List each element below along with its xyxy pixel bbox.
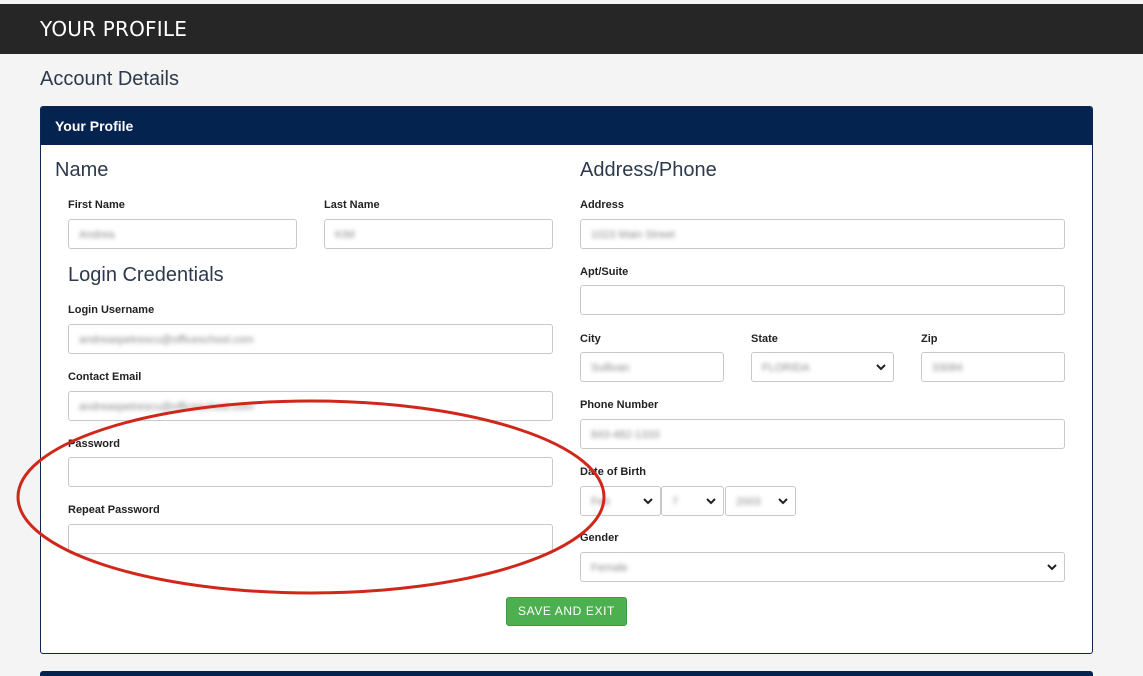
city-input[interactable]: Sullivan xyxy=(580,352,724,382)
address-label: Address xyxy=(580,199,625,211)
save-and-exit-button[interactable]: SAVE AND EXIT xyxy=(506,597,627,626)
dob-day-select[interactable]: 7 xyxy=(661,486,724,516)
phone-number-value: 843-482-1333 xyxy=(591,429,660,441)
dob-year-select[interactable]: 2003 xyxy=(725,486,796,516)
dob-month-select[interactable]: Feb xyxy=(580,486,661,516)
zip-label: Zip xyxy=(921,333,938,345)
login-username-input[interactable]: andreaspetrescu@officeschool.com xyxy=(68,324,553,354)
city-value: Sullivan xyxy=(591,362,630,374)
next-card-header xyxy=(40,671,1093,676)
address-input[interactable]: 1023 Main Street xyxy=(580,219,1065,249)
contact-email-value: andreaspetrescu@officeschool.com xyxy=(79,401,254,413)
repeat-password-input[interactable] xyxy=(68,524,553,554)
state-label: State xyxy=(751,333,778,345)
first-name-input[interactable]: Andrea xyxy=(68,219,297,249)
city-label: City xyxy=(580,333,601,345)
page-title: YOUR PROFILE xyxy=(40,17,188,41)
address-value: 1023 Main Street xyxy=(591,229,675,241)
chevron-down-icon xyxy=(777,493,789,512)
phone-number-input[interactable]: 843-482-1333 xyxy=(580,419,1065,449)
chevron-down-icon xyxy=(875,359,887,378)
password-input[interactable] xyxy=(68,457,553,487)
last-name-value: KIM xyxy=(335,229,355,241)
account-details-heading: Account Details xyxy=(40,68,179,90)
state-select[interactable]: FLORIDA xyxy=(751,352,894,382)
login-username-label: Login Username xyxy=(68,304,155,316)
login-username-value: andreaspetrescu@officeschool.com xyxy=(79,334,254,346)
top-bar: YOUR PROFILE xyxy=(0,4,1143,54)
state-value: FLORIDA xyxy=(762,362,810,374)
repeat-password-label: Repeat Password xyxy=(68,504,160,516)
last-name-input[interactable]: KIM xyxy=(324,219,553,249)
gender-label: Gender xyxy=(580,532,619,544)
zip-value: 33084 xyxy=(932,362,963,374)
address-phone-title: Address/Phone xyxy=(580,159,717,181)
dob-month-value: Feb xyxy=(591,496,610,508)
dob-year-value: 2003 xyxy=(736,496,761,508)
login-credentials-title: Login Credentials xyxy=(68,264,224,286)
first-name-value: Andrea xyxy=(79,229,115,241)
first-name-label: First Name xyxy=(68,199,125,211)
chevron-down-icon xyxy=(705,493,717,512)
name-section-title: Name xyxy=(55,159,109,181)
phone-number-label: Phone Number xyxy=(580,399,659,411)
contact-email-label: Contact Email xyxy=(68,371,142,383)
chevron-down-icon xyxy=(642,493,654,512)
last-name-label: Last Name xyxy=(324,199,380,211)
profile-card-header: Your Profile xyxy=(41,107,1092,145)
gender-select[interactable]: Female xyxy=(580,552,1065,582)
contact-email-input[interactable]: andreaspetrescu@officeschool.com xyxy=(68,391,553,421)
zip-input[interactable]: 33084 xyxy=(921,352,1065,382)
gender-value: Female xyxy=(591,562,628,574)
apt-suite-input[interactable] xyxy=(580,285,1065,315)
dob-day-value: 7 xyxy=(672,496,679,508)
date-of-birth-label: Date of Birth xyxy=(580,466,646,478)
password-label: Password xyxy=(68,438,120,450)
apt-suite-label: Apt/Suite xyxy=(580,266,629,278)
chevron-down-icon xyxy=(1046,559,1058,578)
